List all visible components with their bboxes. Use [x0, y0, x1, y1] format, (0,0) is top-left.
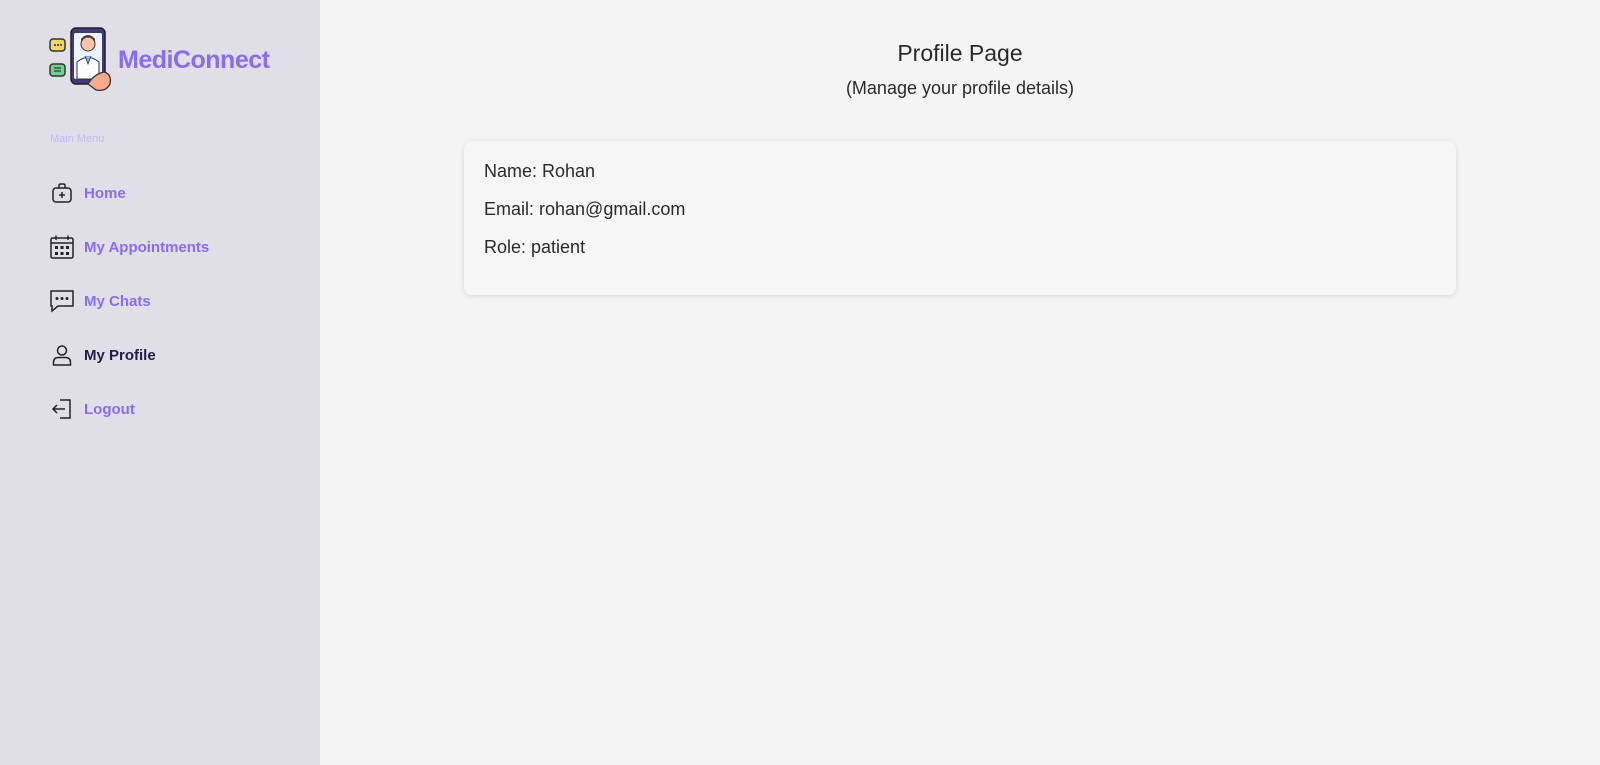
calendar-icon — [48, 233, 76, 261]
page-subtitle: (Manage your profile details) — [845, 78, 1075, 98]
sidebar-item-label: My Appointments — [84, 238, 210, 256]
page-title: Profile Page — [897, 40, 1023, 66]
main-menu-heading: Main Menu — [50, 133, 105, 145]
sidebar-item-my-appointments[interactable]: My Appointments — [48, 220, 308, 274]
main-menu: Home My Appointments My Chats My Profile… — [48, 166, 308, 436]
sidebar-item-label: Logout — [84, 400, 135, 418]
chat-icon — [48, 287, 76, 315]
sidebar-item-my-profile[interactable]: My Profile — [48, 328, 308, 382]
logout-icon — [48, 395, 76, 423]
sidebar-item-logout[interactable]: Logout — [48, 382, 308, 436]
brand-name: MediConnect — [118, 45, 270, 74]
profile-role: Role: patient — [484, 237, 586, 257]
sidebar-item-label: My Chats — [84, 292, 151, 310]
main-content: Profile Page (Manage your profile detail… — [320, 0, 1600, 765]
medical-bag-icon — [48, 179, 76, 207]
brand-logo[interactable]: MediConnect — [48, 26, 270, 94]
sidebar-item-my-chats[interactable]: My Chats — [48, 274, 308, 328]
sidebar-item-label: My Profile — [84, 346, 156, 364]
user-icon — [48, 341, 76, 369]
profile-email: Email: rohan@gmail.com — [484, 199, 686, 219]
doctor-phone-logo-icon — [48, 26, 116, 94]
sidebar: MediConnect Main Menu Home My Appointmen… — [0, 0, 320, 765]
profile-name: Name: Rohan — [484, 161, 596, 181]
sidebar-item-home[interactable]: Home — [48, 166, 308, 220]
profile-card: Name: Rohan Email: rohan@gmail.com Role:… — [464, 141, 1456, 295]
sidebar-item-label: Home — [84, 184, 126, 202]
